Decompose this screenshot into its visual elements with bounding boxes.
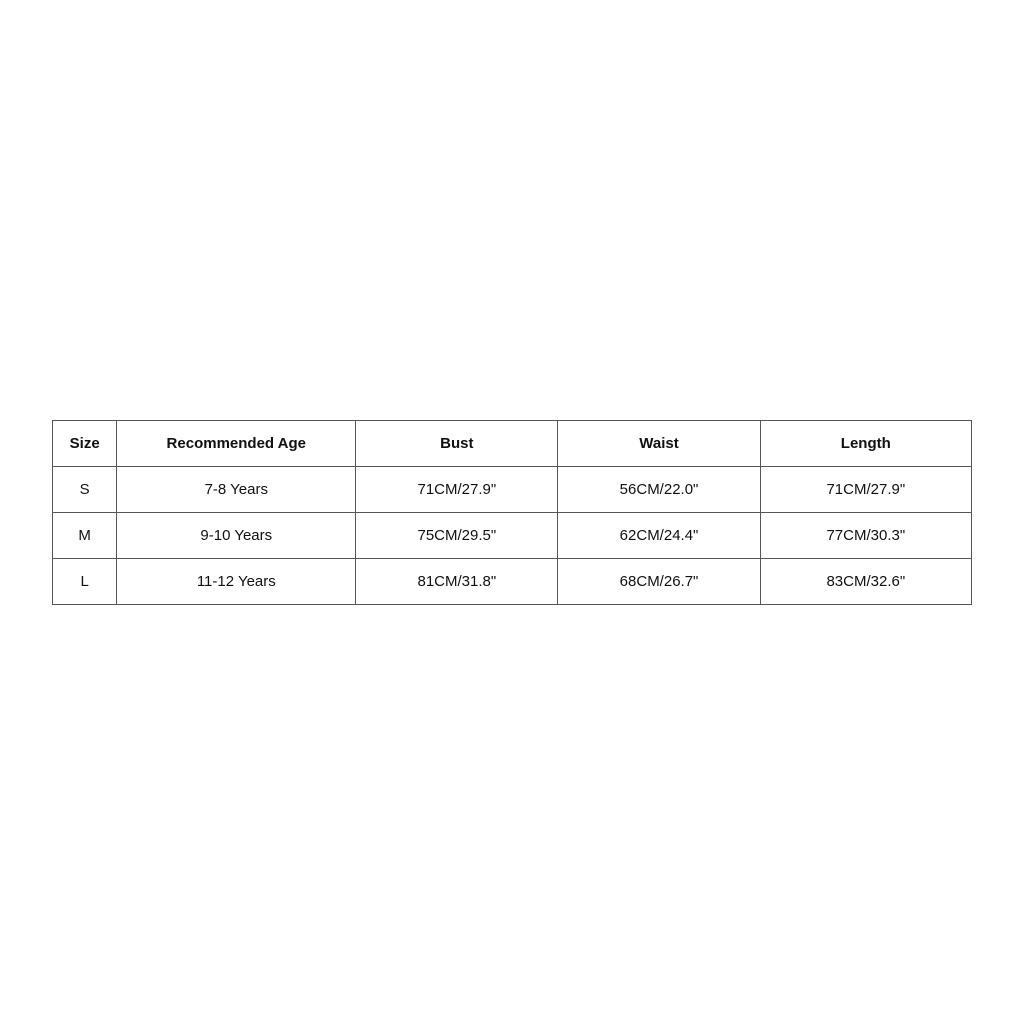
- header-bust: Bust: [356, 420, 558, 466]
- header-length: Length: [760, 420, 971, 466]
- cell-age: 11-12 Years: [117, 558, 356, 604]
- cell-waist: 68CM/26.7": [558, 558, 760, 604]
- cell-size: S: [53, 466, 117, 512]
- cell-waist: 62CM/24.4": [558, 512, 760, 558]
- size-chart-table: Size Recommended Age Bust Waist Length S…: [52, 420, 972, 605]
- table-row: M9-10 Years75CM/29.5"62CM/24.4"77CM/30.3…: [53, 512, 972, 558]
- table-row: L11-12 Years81CM/31.8"68CM/26.7"83CM/32.…: [53, 558, 972, 604]
- header-recommended-age: Recommended Age: [117, 420, 356, 466]
- cell-size: L: [53, 558, 117, 604]
- header-size: Size: [53, 420, 117, 466]
- table-header-row: Size Recommended Age Bust Waist Length: [53, 420, 972, 466]
- table-row: S7-8 Years71CM/27.9"56CM/22.0"71CM/27.9": [53, 466, 972, 512]
- size-chart-container: Size Recommended Age Bust Waist Length S…: [52, 420, 972, 605]
- cell-bust: 71CM/27.9": [356, 466, 558, 512]
- cell-bust: 81CM/31.8": [356, 558, 558, 604]
- cell-length: 83CM/32.6": [760, 558, 971, 604]
- cell-length: 71CM/27.9": [760, 466, 971, 512]
- cell-bust: 75CM/29.5": [356, 512, 558, 558]
- cell-size: M: [53, 512, 117, 558]
- header-waist: Waist: [558, 420, 760, 466]
- cell-length: 77CM/30.3": [760, 512, 971, 558]
- cell-age: 9-10 Years: [117, 512, 356, 558]
- cell-waist: 56CM/22.0": [558, 466, 760, 512]
- cell-age: 7-8 Years: [117, 466, 356, 512]
